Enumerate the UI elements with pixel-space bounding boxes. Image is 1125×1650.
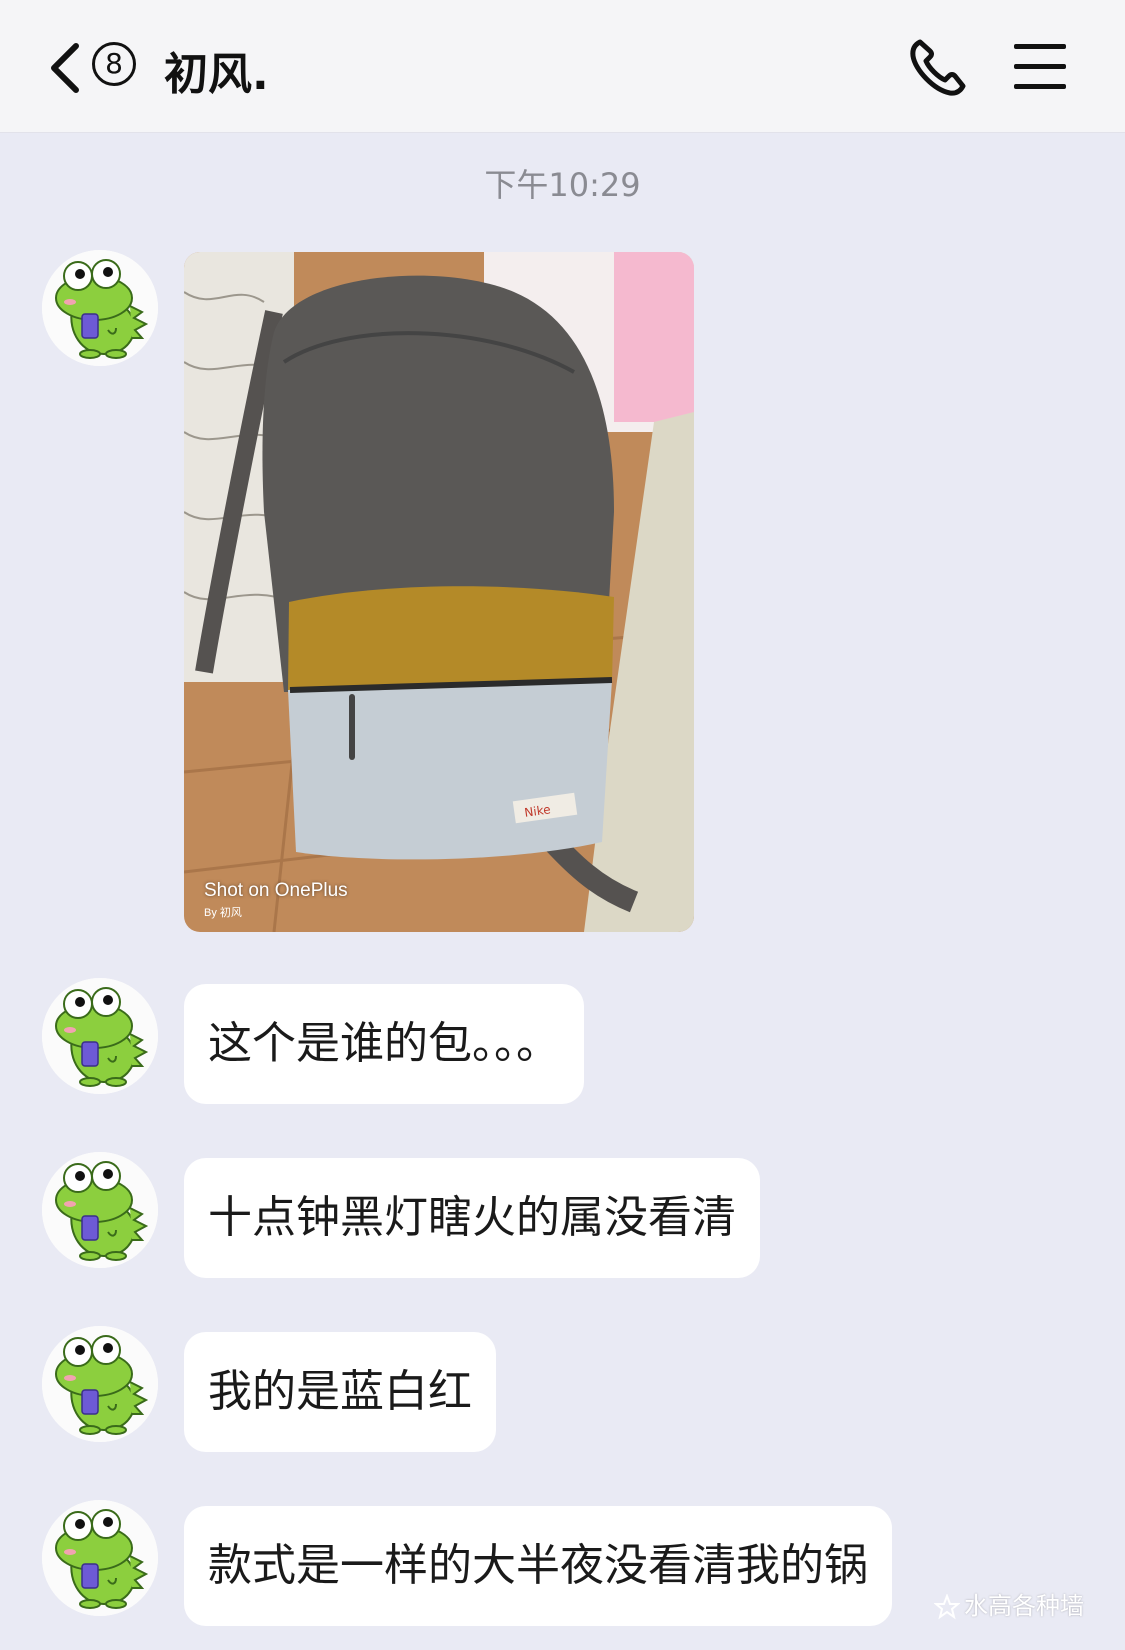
sender-avatar[interactable]: [42, 1152, 158, 1268]
chat-header: 8 初风.: [0, 0, 1125, 133]
sender-avatar[interactable]: [42, 250, 158, 366]
sender-avatar[interactable]: [42, 978, 158, 1094]
watermark: 水高各种墙: [933, 1586, 1084, 1621]
backpack-photo: Nike: [184, 252, 694, 932]
message-bubble[interactable]: 款式是一样的大半夜没看清我的锅: [184, 1506, 892, 1626]
crocodile-avatar-icon: [42, 250, 158, 366]
crocodile-avatar-icon: [42, 1500, 158, 1616]
image-message[interactable]: Nike Shot on OnePlus By 初风: [184, 252, 694, 932]
message-bubble[interactable]: 我的是蓝白红: [184, 1332, 496, 1452]
message-bubble[interactable]: 这个是谁的包。。。: [184, 984, 584, 1104]
photo-caption-sub: By 初风: [204, 907, 242, 919]
photo-caption: Shot on OnePlus: [204, 880, 348, 901]
unread-count-badge: 8: [92, 42, 136, 86]
crocodile-avatar-icon: [42, 1326, 158, 1442]
watermark-text: 水高各种墙: [964, 1592, 1084, 1620]
hamburger-menu-icon: [1014, 44, 1066, 89]
message-bubble[interactable]: 十点钟黑灯瞎火的属没看清: [184, 1158, 760, 1278]
star-icon: [933, 1593, 961, 1620]
menu-button[interactable]: [1012, 40, 1070, 94]
contact-name: 初风.: [164, 49, 269, 100]
chevron-left-icon: [51, 43, 79, 93]
message-timestamp: 下午10:29: [484, 166, 641, 204]
crocodile-avatar-icon: [42, 1152, 158, 1268]
sender-avatar[interactable]: [42, 1500, 158, 1616]
crocodile-avatar-icon: [42, 978, 158, 1094]
phone-icon: [910, 39, 966, 96]
call-button[interactable]: [906, 36, 970, 100]
back-button[interactable]: 8: [40, 36, 144, 96]
sender-avatar[interactable]: [42, 1326, 158, 1442]
